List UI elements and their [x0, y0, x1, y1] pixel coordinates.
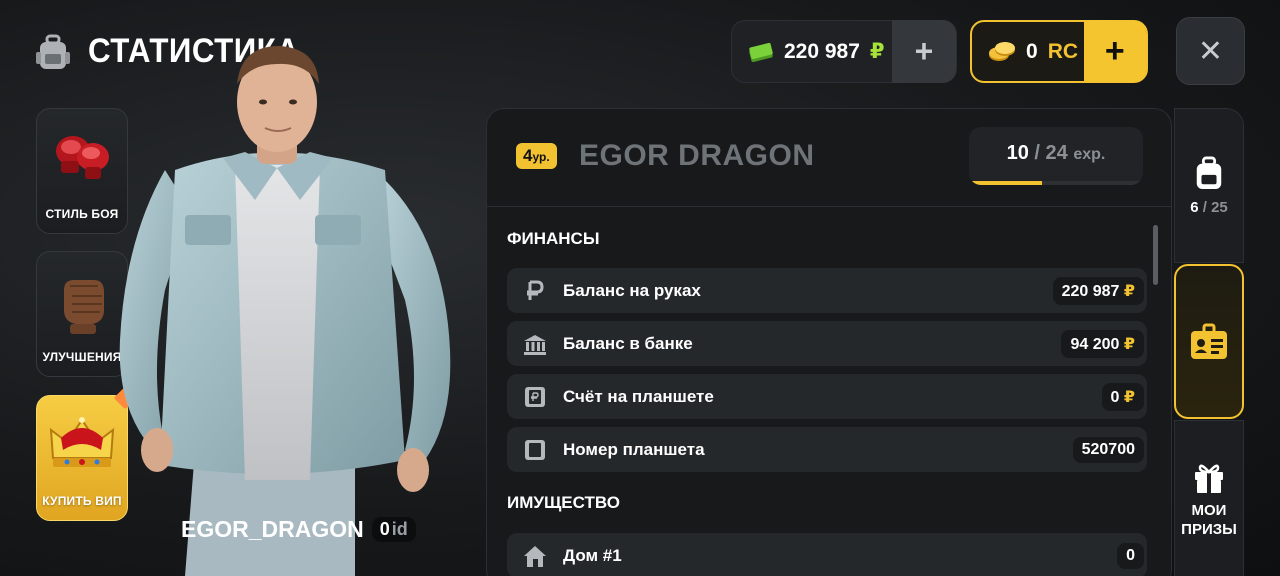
finances-title: ФИНАНСЫ — [507, 229, 600, 248]
tablet-icon — [525, 439, 545, 460]
rc-amount: 0 — [1026, 39, 1038, 63]
money-currency-symbol: ₽ — [869, 40, 885, 63]
level-badge: 4ур. — [516, 143, 557, 169]
money-amount-group: 220 987 ₽ — [732, 39, 892, 64]
rc-balance: 0 RC + — [970, 20, 1148, 83]
property-value: 0 — [1117, 542, 1144, 569]
house-icon — [524, 545, 546, 567]
backpack-icon — [1196, 156, 1222, 189]
finance-amount: 520700 — [1081, 440, 1135, 458]
finance-label: Баланс в банке — [563, 333, 693, 353]
exp-unit: exp. — [1073, 146, 1106, 163]
inventory-used: 6 — [1190, 199, 1199, 216]
tab-statistics[interactable] — [1174, 264, 1244, 419]
cash-icon — [749, 42, 773, 62]
gift-icon — [1195, 464, 1223, 494]
backpack-icon — [36, 34, 70, 69]
finance-value: 94 200 ₽ — [1061, 329, 1144, 358]
finance-row-cash: Баланс на руках 220 987 ₽ — [507, 268, 1147, 313]
rc-amount-group: 0 RC — [972, 40, 1084, 64]
rc-currency-label: RC — [1047, 39, 1079, 63]
add-money-button[interactable]: + — [892, 20, 956, 83]
finance-value: 0 ₽ — [1101, 382, 1144, 411]
money-balance: 220 987 ₽ + — [731, 20, 957, 83]
exp-progress-bar — [969, 181, 1143, 185]
finance-row-tablet-account: Счёт на планшете 0 ₽ — [507, 374, 1147, 419]
player-id-suffix: id — [391, 519, 408, 539]
finance-currency: ₽ — [1123, 282, 1135, 300]
prizes-label-line2: ПРИЗЫ — [1181, 521, 1237, 538]
player-id: 0 — [379, 519, 390, 539]
property-title: ИМУЩЕСТВО — [507, 493, 620, 512]
property-row-house: Дом #1 0 — [507, 533, 1147, 576]
finance-amount: 220 987 — [1061, 282, 1120, 300]
exp-current: 10 — [1006, 142, 1029, 164]
finance-value: 220 987 ₽ — [1052, 276, 1144, 305]
experience-box: 10 / 24 exp. — [969, 127, 1143, 185]
player-nickname: EGOR DRAGON — [579, 139, 815, 172]
fist-icon — [64, 280, 104, 334]
finance-amount: 94 200 — [1070, 335, 1120, 353]
player-id-badge: 0 id — [371, 517, 416, 542]
inventory-count: 6 / 25 — [1190, 199, 1228, 216]
finance-row-tablet-number: Номер планшета 520700 — [507, 427, 1147, 472]
exp-separator: / — [1034, 142, 1040, 164]
finance-label: Номер планшета — [563, 439, 705, 459]
inventory-sep: / — [1202, 199, 1207, 216]
money-amount: 220 987 — [784, 39, 860, 63]
ruble-icon — [527, 280, 544, 300]
finance-amount: 0 — [1110, 388, 1120, 406]
inventory-max: 25 — [1211, 199, 1228, 216]
id-card-icon — [1191, 323, 1227, 359]
experience-text: 10 / 24 exp. — [969, 142, 1143, 165]
coins-icon — [989, 41, 1015, 61]
tab-my-prizes-label: МОИ ПРИЗЫ — [1181, 502, 1237, 540]
stats-header: 4ур. EGOR DRAGON 10 / 24 exp. — [487, 109, 1171, 207]
prizes-label-line1: МОИ — [1191, 502, 1227, 520]
property-label: Дом #1 — [563, 545, 622, 565]
bank-icon — [524, 334, 546, 355]
tab-inventory[interactable]: 6 / 25 — [1174, 108, 1244, 263]
tablet-wallet-icon — [525, 386, 545, 407]
close-button[interactable]: ✕ — [1176, 17, 1245, 85]
finance-currency: ₽ — [1123, 388, 1135, 406]
finance-currency: ₽ — [1123, 335, 1135, 353]
scrollbar[interactable] — [1153, 225, 1158, 285]
finance-row-bank: Баланс в банке 94 200 ₽ — [507, 321, 1147, 366]
exp-progress-fill — [969, 181, 1042, 185]
character-model — [119, 46, 451, 576]
finance-label: Баланс на руках — [563, 280, 701, 300]
exp-total: 24 — [1045, 142, 1068, 164]
level-suffix: ур. — [532, 150, 550, 164]
player-name: EGOR_DRAGON — [181, 516, 364, 542]
tab-my-prizes[interactable]: МОИ ПРИЗЫ — [1174, 420, 1244, 576]
finance-label: Счёт на планшете — [563, 386, 714, 406]
finance-value: 520700 — [1072, 436, 1144, 463]
player-name-plate: EGOR_DRAGON 0 id — [181, 516, 416, 543]
add-rc-button[interactable]: + — [1083, 21, 1146, 82]
stats-panel: 4ур. EGOR DRAGON 10 / 24 exp. ФИНАНСЫ Ба… — [486, 108, 1172, 576]
